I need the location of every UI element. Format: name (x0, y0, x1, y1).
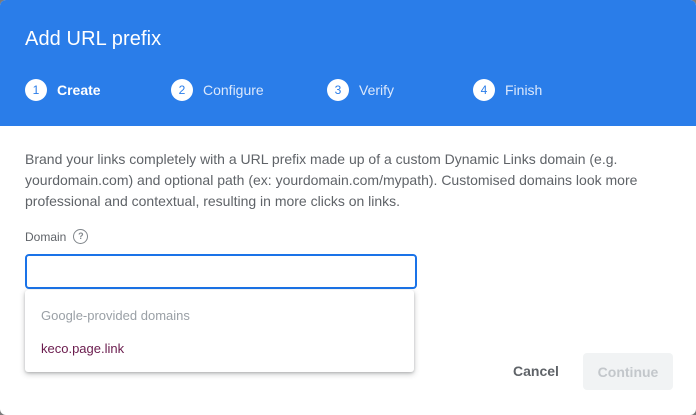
domain-label-text: Domain (25, 229, 67, 244)
step-number-3: 3 (327, 79, 349, 101)
step-number-2: 2 (171, 79, 193, 101)
step-label-verify: Verify (359, 82, 395, 98)
dropdown-option-keco-page-link[interactable]: keco.page.link (41, 341, 124, 356)
domain-field-label: Domain ? (25, 229, 89, 244)
cancel-button[interactable]: Cancel (498, 356, 574, 386)
step-label-configure: Configure (203, 82, 264, 98)
continue-button[interactable]: Continue (583, 353, 673, 390)
add-url-prefix-dialog: Add URL prefix 1 Create 2 Configure 3 Ve… (0, 0, 696, 415)
dropdown-group-header: Google-provided domains (41, 308, 190, 323)
question-circle-icon[interactable]: ? (73, 229, 89, 244)
step-label-create: Create (57, 82, 101, 98)
dialog-description: Brand your links completely with a URL p… (25, 151, 638, 209)
domain-input[interactable] (25, 254, 417, 289)
step-finish: 4 Finish (473, 79, 542, 101)
step-label-finish: Finish (505, 82, 543, 98)
step-configure: 2 Configure (171, 79, 264, 101)
step-verify: 3 Verify (327, 79, 394, 101)
dialog-title: Add URL prefix (25, 28, 162, 50)
domain-dropdown: Google-provided domains keco.page.link (25, 290, 414, 372)
step-number-1: 1 (25, 79, 47, 101)
step-create: 1 Create (25, 79, 101, 101)
dialog-header: Add URL prefix 1 Create 2 Configure 3 Ve… (0, 0, 696, 126)
step-number-4: 4 (473, 79, 495, 101)
